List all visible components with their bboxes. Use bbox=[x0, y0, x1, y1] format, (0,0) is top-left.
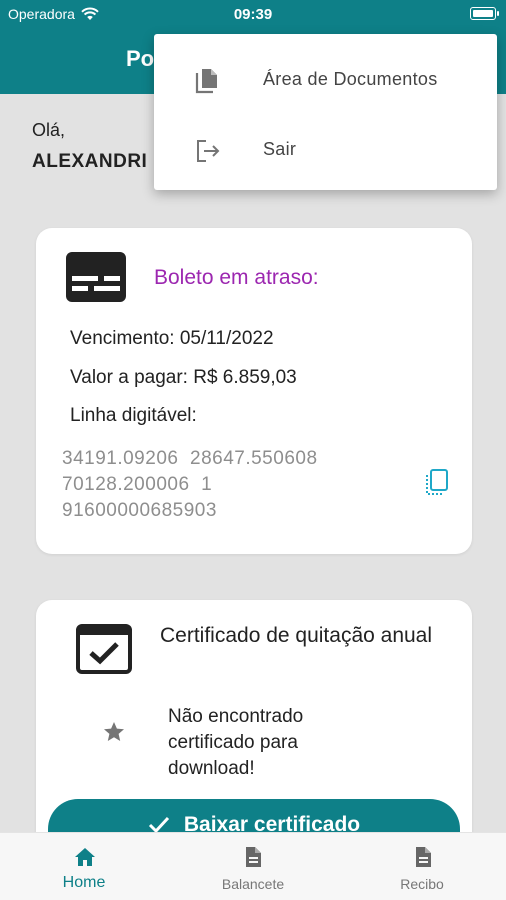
menu-item-label: Sair bbox=[263, 138, 297, 159]
document-icon bbox=[416, 847, 431, 867]
tab-balancete-label: Balancete bbox=[221, 876, 285, 892]
status-bar: Operadora 09:39 bbox=[0, 0, 506, 30]
greeting-label: Olá, bbox=[32, 120, 66, 140]
documents-icon bbox=[195, 69, 217, 94]
boleto-title: Boleto em atraso: bbox=[154, 266, 319, 289]
due-date: Vencimento: 05/11/2022 bbox=[70, 328, 274, 349]
user-name: ALEXANDRI bbox=[32, 151, 148, 172]
overdue-boleto-card: Boleto em atraso: Vencimento: 05/11/2022… bbox=[36, 228, 472, 554]
copy-icon[interactable] bbox=[424, 468, 450, 496]
certificate-not-found-message: Não encontrado certificado para download… bbox=[168, 706, 304, 779]
app-title: Po bbox=[126, 46, 155, 71]
menu-item-logout[interactable]: Sair bbox=[154, 119, 497, 179]
logout-icon bbox=[197, 140, 220, 162]
tab-recibo[interactable]: Recibo bbox=[338, 833, 506, 900]
status-time: 09:39 bbox=[233, 6, 273, 23]
tab-recibo-label: Recibo bbox=[400, 876, 444, 892]
document-icon bbox=[246, 847, 261, 867]
menu-item-documents[interactable]: Área de Documentos bbox=[154, 49, 497, 109]
boleto-icon bbox=[66, 252, 126, 302]
certificate-title: Certificado de quitação anual bbox=[160, 624, 433, 647]
digitable-line-label: Linha digitável: bbox=[70, 405, 197, 426]
home-icon bbox=[75, 848, 95, 866]
star-icon bbox=[104, 722, 124, 741]
tab-balancete[interactable]: Balancete bbox=[169, 833, 337, 900]
digitable-line-value: 34191.09206 28647.550608 70128.200006 1 … bbox=[62, 448, 318, 521]
tab-home[interactable]: Home bbox=[0, 833, 168, 900]
battery-icon bbox=[470, 7, 499, 20]
tab-home-label: Home bbox=[62, 874, 106, 891]
overflow-menu: Área de Documentos Sair bbox=[154, 34, 497, 190]
bottom-navigation: Home Balancete Recibo bbox=[0, 832, 506, 900]
certificate-card: Certificado de quitação anual Não encont… bbox=[36, 600, 472, 869]
amount-due: Valor a pagar: R$ 6.859,03 bbox=[70, 367, 297, 388]
checkbox-certificate-icon bbox=[76, 624, 132, 674]
menu-item-label: Área de Documentos bbox=[263, 68, 438, 89]
